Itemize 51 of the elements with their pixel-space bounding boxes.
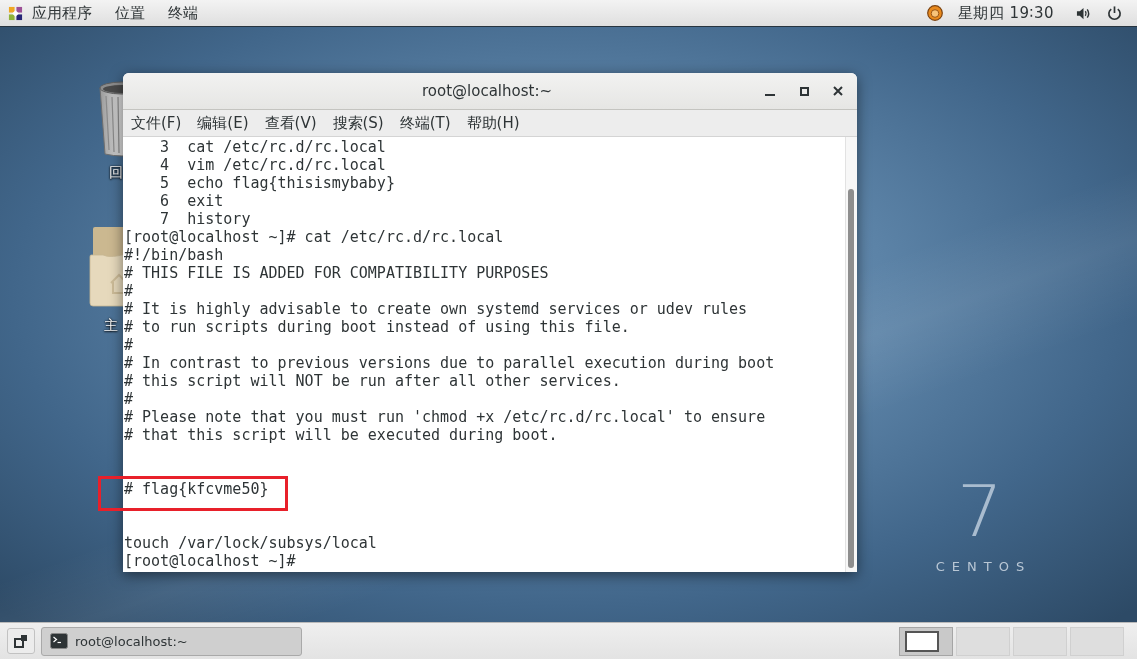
clock[interactable]: 星期四 19∶30 (957, 3, 1054, 23)
terminal-line: touch /var/lock/subsys/local (124, 534, 377, 552)
terminal-line: [root@localhost ~]# (124, 552, 296, 570)
terminal-line: # (124, 336, 134, 354)
desktop-icon-label[interactable]: 主 (104, 317, 118, 335)
terminal-line: # Please note that you must run 'chmod +x /etc/rc.d/rc.local' to ensure (124, 408, 766, 426)
menu-item[interactable]: 搜索(S) (324, 113, 392, 133)
terminal-line: 7 history (159, 210, 251, 228)
show-desktop-button[interactable] (7, 628, 35, 654)
menu-item[interactable]: 文件(F) (123, 113, 190, 133)
maximize-icon (799, 86, 809, 96)
terminal-line: # THIS FILE IS ADDED FOR COMPATIBILITY PURPOSES (124, 264, 549, 282)
round-status-icon[interactable] (926, 5, 943, 21)
terminal-line: 6 exit (159, 192, 224, 210)
menu-item[interactable]: 终端(T) (391, 113, 459, 133)
terminal-line: 3 cat /etc/rc.d/rc.local (159, 138, 386, 156)
terminal-line: # (124, 282, 134, 300)
window-squares-icon (14, 634, 28, 648)
window-title: root@localhost:~ (422, 82, 552, 100)
terminal-line: 4 vim /etc/rc.d/rc.local (159, 156, 386, 174)
terminal-icon (50, 633, 68, 649)
scrollbar[interactable] (845, 137, 857, 572)
workspace-button[interactable] (899, 626, 953, 656)
scrollbar-thumb[interactable] (848, 189, 854, 568)
terminal-line: #!/bin/bash (124, 246, 224, 264)
top-bar-menu[interactable]: 位置 (115, 3, 145, 23)
terminal-line: # (124, 390, 134, 408)
terminal-line: # In contrast to previous versions due to parallel execution during boot (124, 354, 775, 372)
wallpaper-brand-text: CENTOS (935, 559, 1032, 574)
menu-item[interactable]: 帮助(H) (458, 113, 528, 133)
desktop-icon-label[interactable]: 回 (109, 164, 123, 182)
volume-icon[interactable] (1076, 5, 1091, 21)
minimize-icon (765, 94, 775, 96)
applications-menu[interactable]: 应用程序 (8, 3, 92, 23)
menu-item[interactable]: 查看(V) (256, 113, 325, 133)
taskbar-window-button[interactable]: root@localhost:~ (41, 626, 302, 656)
terminal-line: [root@localhost ~]# cat /etc/rc.d/rc.local (124, 228, 504, 246)
trash-bin-icon[interactable] (98, 78, 123, 158)
close-icon (833, 86, 843, 96)
pinwheel-icon (8, 5, 23, 21)
terminal-line: # to run scripts during boot instead of using this file. (124, 318, 630, 336)
menu-item[interactable]: 编辑(E) (189, 113, 257, 133)
terminal-line: # It is highly advisable to create own systemd services or udev rules (124, 300, 748, 318)
terminal-line: 5 echo flag{thisismybaby} (159, 174, 395, 192)
power-icon[interactable] (1107, 5, 1122, 21)
wallpaper-numeral: 7 (957, 475, 1003, 547)
terminal-line: # that this script will be executed during boot. (124, 426, 558, 444)
terminal-line: # this script will NOT be run after all other services. (124, 372, 621, 390)
terminal-line: # flag{kfcvme50} (124, 480, 269, 498)
top-bar-menu[interactable]: 终端 (168, 3, 198, 23)
home-folder-icon[interactable] (89, 225, 123, 307)
